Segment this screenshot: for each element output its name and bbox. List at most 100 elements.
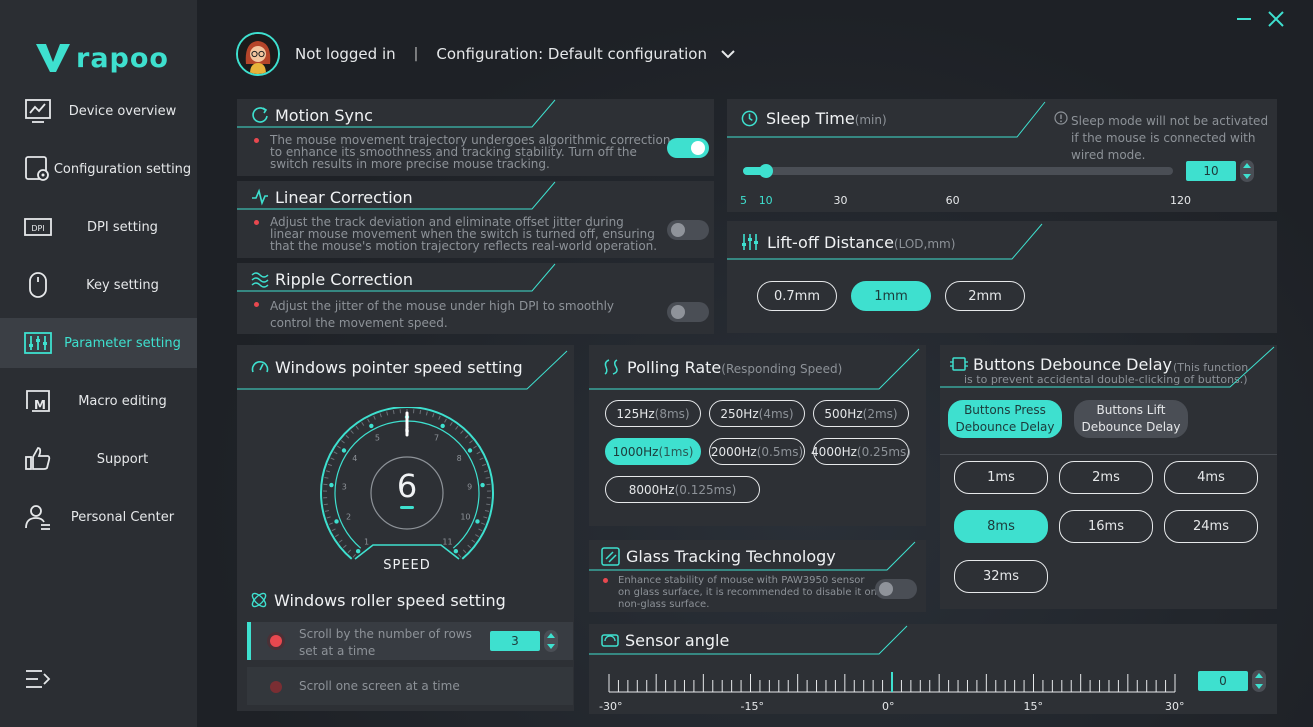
gauge-minor-tick [361,422,365,426]
nav-label: Support [96,451,149,467]
title-underline [727,223,1043,260]
debounce-option-4ms[interactable]: 4ms [1164,461,1258,494]
debounce-option-2ms[interactable]: 2ms [1059,461,1153,494]
gauge-scale-label: 4 [352,454,357,463]
motion-sync-panel: Motion Sync The mouse movement trajector… [237,99,714,176]
gauge-dot [355,549,361,554]
glass-tracking-toggle[interactable] [875,579,917,599]
nav-parameter-setting[interactable]: Parameter setting [0,318,197,368]
gauge-minor-tick [379,413,382,418]
glass-tracking-panel: Glass Tracking Technology Enhance stabil… [589,540,926,612]
debounce-option-1ms[interactable]: 1ms [954,461,1048,494]
gauge-minor-tick [334,534,339,538]
avatar[interactable] [236,32,280,76]
polling-option-250hz[interactable]: 250Hz (4ms) [709,400,805,427]
rows-value[interactable]: 3 [490,631,540,651]
avatar-icon [238,34,278,74]
motion-sync-toggle[interactable] [667,138,709,158]
radio-unselected[interactable] [270,681,282,693]
gauge-dot [341,448,347,453]
rows-spin-arrows[interactable] [544,630,558,652]
alert-dot [254,138,259,143]
rows-stepper[interactable]: 3 [490,630,558,652]
nav-personal-center[interactable]: Personal Center [0,492,197,542]
gauge-minor-tick [355,425,359,430]
nav-label: DPI setting [87,219,158,235]
gauge-minor-tick [419,410,422,415]
gauge-minor-tick [328,522,334,525]
login-status[interactable]: Not logged in [295,45,396,63]
configuration-selector[interactable]: Configuration: Default configuration [436,45,707,63]
sleep-time-slider-handle[interactable] [758,164,773,178]
linear-correction-toggle[interactable] [667,220,709,240]
debounce-option-24ms[interactable]: 24ms [1164,510,1258,543]
polling-option-125hz[interactable]: 125Hz (8ms) [605,400,701,427]
nav-dpi-setting[interactable]: DPI DPI setting [0,202,197,252]
title-underline [589,625,908,655]
sleep-time-value[interactable]: 10 [1186,161,1236,181]
gauge-minor-tick [476,451,481,455]
linear-correction-description: Adjust the track deviation and eliminate… [270,215,658,253]
lod-option-0.7mm[interactable]: 0.7mm [757,281,837,311]
tab-buttons-press[interactable]: Buttons Press Debounce Delay [948,400,1062,438]
gauge-minor-tick [432,413,435,418]
debounce-option-32ms[interactable]: 32ms [954,560,1048,593]
sleep-time-spin-arrows[interactable] [1240,160,1254,182]
sleep-time-stepper[interactable]: 10 [1186,160,1254,182]
tab-buttons-lift[interactable]: Buttons Lift Debounce Delay [1074,400,1188,438]
alert-dot [254,302,259,307]
close-icon[interactable] [1267,10,1285,28]
sensor-angle-ruler[interactable] [603,670,1183,700]
brand-logo: rapoo [36,42,169,74]
gauge-minor-tick [425,411,428,416]
polling-option-8000hz[interactable]: 8000Hz (0.125ms) [605,476,760,503]
nav-label: Key setting [86,277,159,293]
sleep-time-slider-track[interactable] [743,164,1173,178]
radio-selected[interactable] [270,635,282,647]
title-underline [589,348,920,390]
gauge-minor-tick [464,434,469,439]
nav-key-setting[interactable]: Key setting [0,260,197,310]
info-icon [1054,111,1068,125]
header-bar: Not logged in | Configuration: Default c… [236,32,735,76]
chevron-down-icon[interactable] [721,49,735,59]
rapoo-logo-icon [36,44,70,72]
lod-option-1mm[interactable]: 1mm [851,281,931,311]
nav-support[interactable]: Support [0,434,197,484]
gauge-minor-tick [478,528,483,532]
nav-device-overview[interactable]: Device overview [0,86,197,136]
ripple-correction-toggle[interactable] [667,302,709,322]
gauge-minor-tick [386,411,389,416]
sleep-tick-label: 120 [1170,194,1191,207]
gauge-minor-tick [345,434,350,439]
nav-macro-editing[interactable]: M Macro editing [0,376,197,426]
gauge-minor-tick [469,440,473,444]
gauge-scale-label: 10 [460,513,470,522]
gauge-dot [440,423,445,429]
debounce-option-8ms[interactable]: 8ms [954,510,1048,543]
sensor-angle-spin-arrows[interactable] [1252,670,1266,692]
roller-option-screen[interactable]: Scroll one screen at a time [247,667,573,705]
gauge-minor-tick [323,503,328,506]
title-underline [940,346,1275,388]
sleep-tick-label: 10 [758,194,773,207]
collapse-menu-icon[interactable] [25,668,51,690]
sensor-angle-stepper[interactable]: 0 [1198,670,1266,692]
nav-configuration-setting[interactable]: Configuration setting [0,144,197,194]
polling-option-1000hz[interactable]: 1000Hz (1ms) [605,438,701,465]
sensor-angle-panel: Sensor angle -30° -15° 0° 15° 30° 0 [589,624,1277,714]
gauge-minor-tick [338,539,343,543]
polling-option-500hz[interactable]: 500Hz (2ms) [813,400,909,427]
gauge-dot [453,549,459,554]
debounce-option-16ms[interactable]: 16ms [1059,510,1153,543]
nav-label: Parameter setting [64,335,181,351]
gauge-minor-tick [438,415,441,420]
title-underline [237,263,556,292]
roller-option-rows[interactable]: Scroll by the number of rows set at a tim… [247,622,573,660]
polling-option-4000hz[interactable]: 4000Hz (0.25ms) [811,438,911,465]
polling-option-2000hz[interactable]: 2000Hz (0.5ms) [709,438,805,465]
lod-option-2mm[interactable]: 2mm [945,281,1025,311]
minimize-icon[interactable] [1235,10,1253,28]
sensor-angle-value[interactable]: 0 [1198,671,1248,691]
roller-option-rows-label: Scroll by the number of rows set at a tim… [299,627,472,658]
